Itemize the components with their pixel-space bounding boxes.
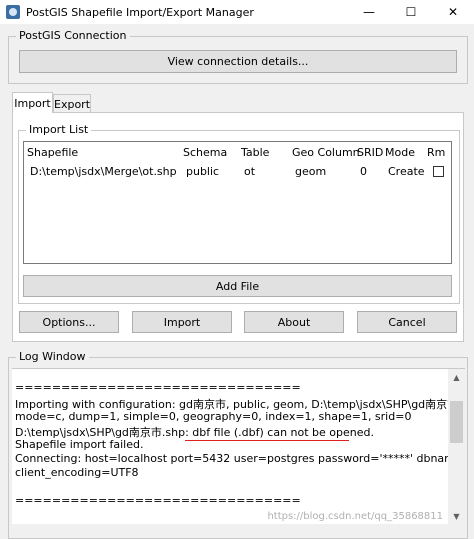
row-table: ot xyxy=(244,165,256,178)
import-list-legend: Import List xyxy=(26,123,92,136)
log-scrollbar[interactable]: ▲ ▼ xyxy=(448,369,465,524)
watermark: https://blog.csdn.net/qq_35868811 xyxy=(267,511,443,522)
log-line: mode=c, dump=1, simple=0, geography=0, i… xyxy=(15,410,412,423)
import-list-table[interactable]: Shapefile Schema Table Geo Column SRID M… xyxy=(23,141,452,264)
tab-import[interactable]: Import xyxy=(12,92,53,113)
log-line: Connecting: host=localhost port=5432 use… xyxy=(15,452,465,465)
close-button[interactable]: ✕ xyxy=(432,0,474,24)
column-header-rm[interactable]: Rm xyxy=(427,146,445,159)
column-header-shapefile[interactable]: Shapefile xyxy=(27,146,78,159)
import-button[interactable]: Import xyxy=(132,311,232,333)
add-file-button[interactable]: Add File xyxy=(23,275,452,297)
connection-legend: PostGIS Connection xyxy=(16,29,130,42)
window-controls: — ☐ ✕ xyxy=(348,0,474,24)
scroll-thumb[interactable] xyxy=(450,401,463,443)
column-header-mode[interactable]: Mode xyxy=(385,146,415,159)
cancel-button[interactable]: Cancel xyxy=(357,311,457,333)
row-schema: public xyxy=(186,165,220,178)
title-bar: PostGIS Shapefile Import/Export Manager … xyxy=(0,0,474,24)
log-text-area[interactable]: =============================== Importin… xyxy=(12,368,465,524)
app-icon xyxy=(6,5,20,19)
tab-export[interactable]: Export xyxy=(53,94,91,113)
log-line: =============================== xyxy=(15,494,301,507)
options-button[interactable]: Options... xyxy=(19,311,119,333)
row-srid: 0 xyxy=(360,165,367,178)
log-line: =============================== xyxy=(15,381,301,394)
scroll-down-icon[interactable]: ▼ xyxy=(448,508,465,524)
row-rm-checkbox[interactable] xyxy=(433,166,444,177)
log-line: Shapefile import failed. xyxy=(15,438,144,451)
log-line: client_encoding=UTF8 xyxy=(15,466,139,479)
minimize-button[interactable]: — xyxy=(348,0,390,24)
row-mode[interactable]: Create xyxy=(388,165,425,178)
row-geo-column: geom xyxy=(295,165,327,178)
log-window-legend: Log Window xyxy=(16,350,89,363)
column-header-table[interactable]: Table xyxy=(241,146,269,159)
column-header-geo-column[interactable]: Geo Column xyxy=(292,146,360,159)
maximize-button[interactable]: ☐ xyxy=(390,0,432,24)
view-connection-details-button[interactable]: View connection details... xyxy=(19,50,457,73)
column-header-schema[interactable]: Schema xyxy=(183,146,227,159)
window-title: PostGIS Shapefile Import/Export Manager xyxy=(26,5,254,19)
column-header-srid[interactable]: SRID xyxy=(357,146,383,159)
about-button[interactable]: About xyxy=(244,311,344,333)
scroll-up-icon[interactable]: ▲ xyxy=(448,369,465,386)
row-shapefile: D:\temp\jsdx\Merge\ot.shp xyxy=(30,165,177,178)
error-underline xyxy=(185,440,349,441)
